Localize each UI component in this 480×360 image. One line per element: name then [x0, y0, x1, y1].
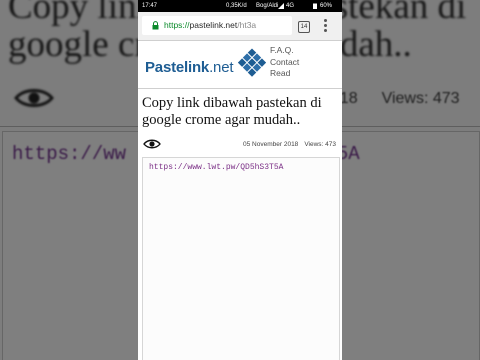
bg-views: Views: 473: [381, 90, 460, 107]
nav-link-read[interactable]: Read: [270, 68, 299, 80]
logo-text-tld: .net: [209, 59, 234, 76]
overflow-menu-icon[interactable]: [324, 19, 328, 33]
logo-diamond-icon: [238, 48, 266, 77]
bg-url-left: https://ww: [12, 143, 127, 165]
lock-icon: [152, 21, 159, 30]
header-divider: [138, 88, 342, 89]
signal-icon: [278, 3, 284, 9]
tab-switcher-button[interactable]: 14: [298, 21, 310, 33]
paste-content-box[interactable]: https://www.lwt.pw/QD5hS3T5A: [142, 157, 340, 360]
paste-content-text[interactable]: https://www.lwt.pw/QD5hS3T5A: [149, 163, 283, 172]
status-speed: 0,35K/d: [226, 3, 247, 9]
nav-link-faq[interactable]: F.A.Q.: [270, 45, 299, 57]
paste-views: Views: 473: [304, 141, 336, 148]
status-carrier: Bog/Aldi: [256, 3, 279, 9]
nav-link-contact[interactable]: Contact: [270, 57, 299, 69]
paste-date: 05 November 2018: [243, 141, 299, 148]
site-nav: F.A.Q. Contact Read: [270, 45, 299, 80]
paste-title: Copy link dibawah pastekan di google cro…: [142, 95, 322, 128]
address-bar[interactable]: https://pastelink.net/ht3a: [142, 16, 292, 35]
bg-meta: 2018Views: 473: [322, 90, 460, 108]
paste-meta: 05 November 2018 Views: 473: [243, 141, 336, 148]
url-host: pastelink.net: [189, 20, 238, 30]
logo-text-main: Pastelink: [145, 59, 210, 76]
battery-icon: [313, 3, 317, 9]
url-path: /ht3a: [237, 20, 257, 30]
address-url: https://pastelink.net/ht3a: [164, 20, 256, 31]
url-scheme: https://: [164, 20, 190, 30]
bg-eye-icon: [14, 89, 54, 107]
status-battery: 60%: [320, 3, 333, 9]
eye-icon: [143, 139, 161, 149]
site-header: Pastelink.net F.A.Q. Contact Read: [138, 41, 342, 87]
status-network: 4G: [286, 3, 295, 9]
browser-toolbar: https://pastelink.net/ht3a 14: [138, 12, 342, 41]
status-bar: 17:47 0,35K/d Bog/Aldi 4G 60%: [138, 0, 342, 12]
phone-screen: 17:47 0,35K/d Bog/Aldi 4G 60% https://pa…: [138, 0, 342, 360]
status-time: 17:47: [142, 3, 158, 9]
site-logo[interactable]: Pastelink.net: [145, 59, 234, 77]
